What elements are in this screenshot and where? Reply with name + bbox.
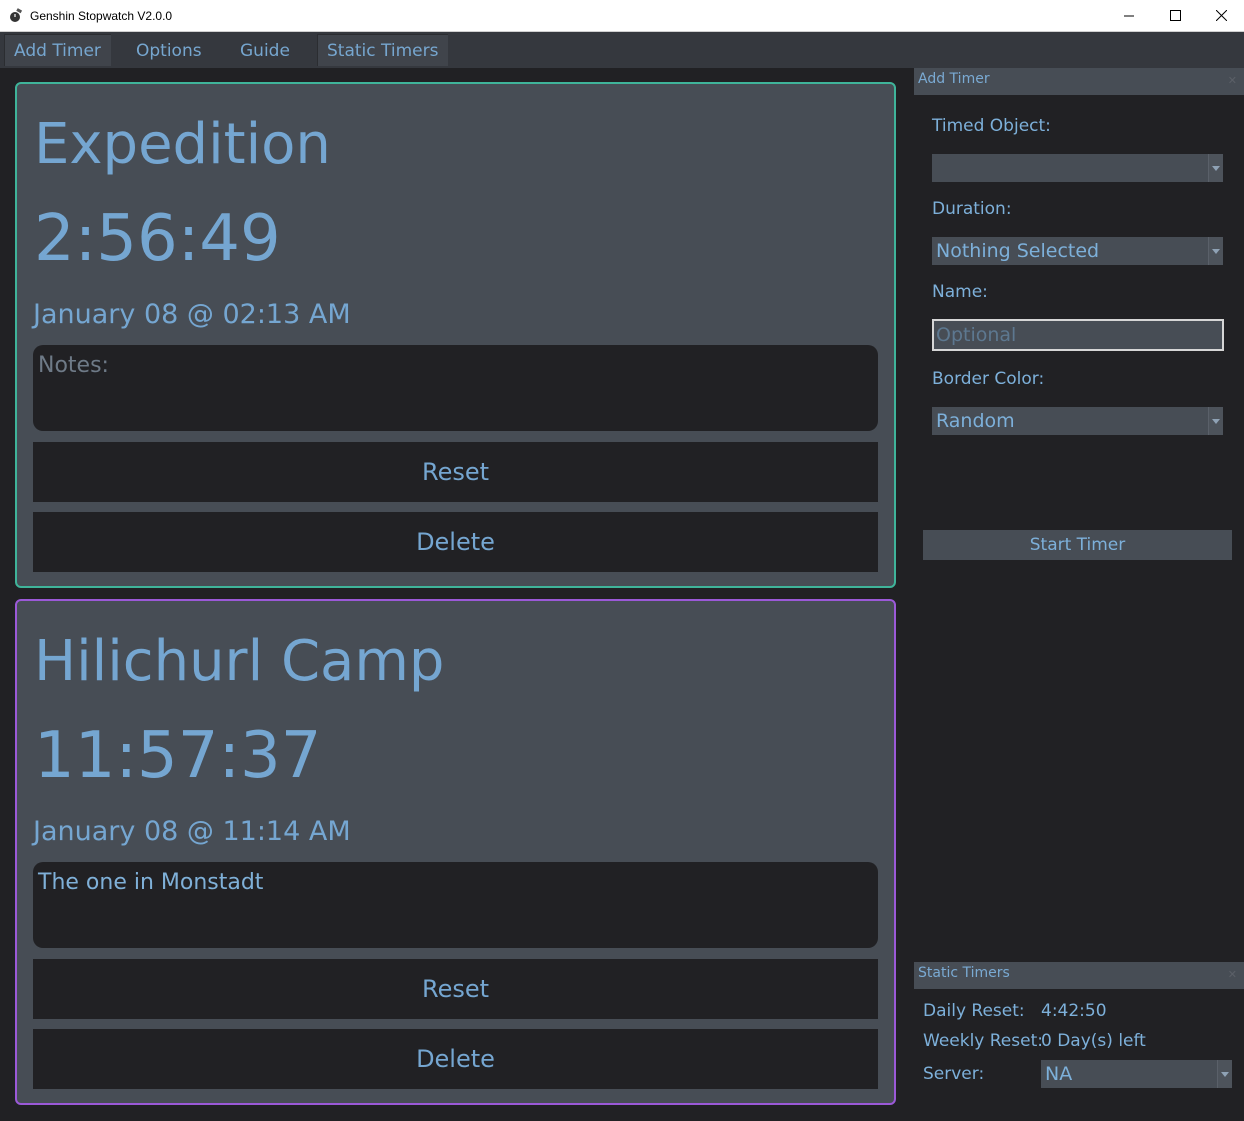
server-dropdown[interactable]: NA	[1041, 1060, 1232, 1088]
border-color-dropdown[interactable]: Random	[932, 407, 1223, 435]
timer-card: Expedition 2:56:49 January 08 @ 02:13 AM…	[15, 82, 896, 588]
chevron-down-icon[interactable]	[1208, 407, 1223, 435]
border-color-value: Random	[936, 410, 1015, 432]
border-color-label: Border Color:	[932, 369, 1045, 389]
timed-object-label: Timed Object:	[932, 116, 1051, 136]
maximize-button[interactable]	[1152, 0, 1198, 31]
weekly-reset-label: Weekly Reset:	[923, 1031, 1043, 1051]
timer-end-date: January 08 @ 02:13 AM	[33, 299, 351, 330]
duration-label: Duration:	[932, 199, 1012, 219]
menu-guide[interactable]: Guide	[230, 34, 300, 66]
chevron-down-icon[interactable]	[1208, 237, 1223, 265]
daily-reset-label: Daily Reset:	[923, 1001, 1025, 1021]
timer-notes-field[interactable]: The one in Monstadt	[33, 862, 878, 948]
add-timer-panel-header: Add Timer ✕	[914, 68, 1244, 95]
reset-button[interactable]: Reset	[33, 959, 878, 1019]
timer-countdown: 2:56:49	[34, 202, 281, 276]
menu-options[interactable]: Options	[126, 34, 212, 66]
name-label: Name:	[932, 282, 988, 302]
timer-end-date: January 08 @ 11:14 AM	[33, 816, 351, 847]
add-timer-panel-title: Add Timer	[918, 71, 990, 87]
name-input[interactable]	[932, 319, 1224, 351]
maximize-icon	[1169, 10, 1181, 21]
close-panel-icon[interactable]: ✕	[1228, 74, 1237, 87]
delete-button[interactable]: Delete	[33, 512, 878, 572]
close-panel-icon[interactable]: ✕	[1228, 968, 1237, 981]
window-title-bar: Genshin Stopwatch V2.0.0	[0, 0, 1244, 32]
static-timers-panel-header: Static Timers ✕	[914, 962, 1244, 989]
daily-reset-value: 4:42:50	[1041, 1001, 1107, 1021]
server-label: Server:	[923, 1064, 985, 1084]
close-icon	[1215, 10, 1227, 21]
stopwatch-app-icon	[10, 8, 23, 22]
menu-static-timers[interactable]: Static Timers	[317, 34, 449, 66]
timer-name: Hilichurl Camp	[34, 629, 445, 694]
minimize-button[interactable]	[1106, 0, 1152, 31]
static-timers-panel-title: Static Timers	[918, 965, 1010, 981]
duration-value: Nothing Selected	[936, 240, 1100, 262]
menu-add-timer[interactable]: Add Timer	[4, 34, 111, 66]
weekly-reset-value: 0 Day(s) left	[1041, 1031, 1146, 1051]
timer-countdown: 11:57:37	[34, 719, 322, 793]
window-title: Genshin Stopwatch V2.0.0	[30, 9, 173, 23]
start-timer-button[interactable]: Start Timer	[923, 530, 1232, 560]
close-window-button[interactable]	[1198, 0, 1244, 31]
timed-object-dropdown[interactable]	[932, 154, 1223, 182]
timer-card: Hilichurl Camp 11:57:37 January 08 @ 11:…	[15, 599, 896, 1105]
duration-dropdown[interactable]: Nothing Selected	[932, 237, 1223, 265]
reset-button[interactable]: Reset	[33, 442, 878, 502]
minimize-icon	[1124, 15, 1134, 16]
server-value: NA	[1045, 1063, 1073, 1085]
timer-notes-field[interactable]: Notes:	[33, 345, 878, 431]
timer-name: Expedition	[34, 112, 331, 177]
chevron-down-icon[interactable]	[1208, 154, 1223, 182]
chevron-down-icon[interactable]	[1217, 1060, 1232, 1088]
delete-button[interactable]: Delete	[33, 1029, 878, 1089]
menu-bar: Add Timer Options Guide Static Timers	[0, 32, 1244, 68]
